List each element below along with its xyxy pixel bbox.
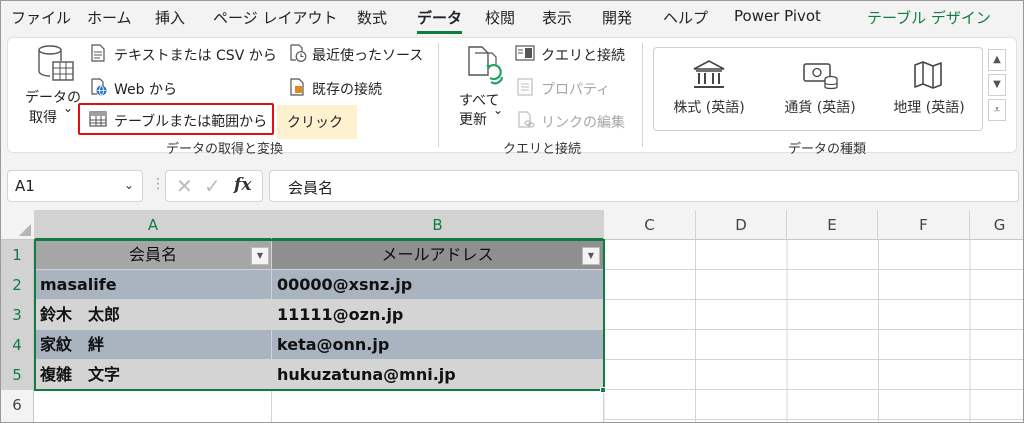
edit-links-icon [518,111,535,128]
web-page-icon [91,78,107,96]
column-header-c[interactable]: C [604,210,696,240]
tab-developer[interactable]: 開発 [602,7,632,28]
queries-connections-label: クエリと接続 [541,48,625,64]
row-header-5[interactable]: 5 [1,360,34,390]
table-cell[interactable]: hukuzatuna@mni.jp [272,360,604,390]
filter-dropdown-icon[interactable]: ▼ [251,247,269,265]
row-header-1[interactable]: 1 [1,240,34,270]
tab-power-pivot[interactable]: Power Pivot [734,7,821,25]
formula-input[interactable]: 会員名 [269,170,1019,202]
tab-view[interactable]: 表示 [542,7,572,28]
empty-row-6 [35,390,604,422]
ribbon: データの 取得 ⌄ テキストまたは CSV から Web から テーブルまたは範… [1,35,1023,157]
edit-links-label: リンクの編集 [541,115,625,131]
data-type-stocks-label: 株式 (英語) [673,100,745,116]
table-header-label: メールアドレス [381,245,494,264]
gallery-scroll-down-icon[interactable]: ▼ [988,74,1006,96]
tab-file[interactable]: ファイル [11,7,71,28]
text-file-icon [91,44,105,62]
from-web-label: Web から [114,82,177,98]
tab-formulas[interactable]: 数式 [357,7,387,28]
formula-buttons: ✕ ✓ fx [165,170,263,202]
properties-icon [517,78,533,96]
chevron-down-icon: ⌄ [493,103,504,117]
data-type-currencies-label: 通貨 (英語) [784,100,856,116]
chevron-down-icon[interactable]: ⌄ [124,178,134,192]
group-label-data-types: データの種類 [788,142,867,157]
formula-content: 会員名 [288,179,334,197]
column-header-g[interactable]: G [970,210,1023,240]
data-type-geography-label: 地理 (英語) [893,100,965,116]
table-cell[interactable]: keta@onn.jp [272,330,604,360]
properties-label: プロパティ [541,82,611,98]
column-header-e[interactable]: E [787,210,878,240]
tab-home[interactable]: ホーム [87,7,132,28]
table-header-label: 会員名 [128,245,177,264]
row-header-6[interactable]: 6 [1,390,34,422]
worksheet-grid[interactable]: A B C D E F G 1 2 3 4 5 6 会員名 ▼ メールアドレス … [1,210,1023,422]
database-table-icon [38,45,74,81]
from-text-csv-label: テキストまたは CSV から [114,48,277,64]
bank-icon [693,60,725,88]
tab-insert[interactable]: 挿入 [155,7,185,28]
column-header-b[interactable]: B [272,210,604,240]
select-all-corner[interactable] [1,210,35,240]
row-header-4[interactable]: 4 [1,330,34,360]
group-divider [642,43,643,147]
select-all-triangle-icon [19,224,31,236]
name-box[interactable]: A1 ⌄ [7,170,143,202]
tab-data[interactable]: データ [417,7,463,34]
existing-connections-icon [290,78,304,96]
currency-icon [803,63,838,90]
gallery-scroll-up-icon[interactable]: ▲ [988,49,1006,71]
table-cell[interactable]: 複雑 文字 [35,360,272,390]
existing-connections-label: 既存の接続 [312,82,382,98]
chevron-down-icon: ⌄ [63,101,74,115]
group-label-queries: クエリと接続 [503,142,582,157]
map-icon [914,61,942,89]
table-cell[interactable]: masalife [35,270,272,300]
tab-page-layout[interactable]: ページ レイアウト [213,7,337,28]
cancel-icon[interactable]: ✕ [176,174,193,198]
tab-review[interactable]: 校閲 [485,7,515,28]
table-header-cell[interactable]: 会員名 [35,240,272,270]
formula-bar: A1 ⌄ ⋮ ✕ ✓ fx 会員名 [1,164,1023,208]
refresh-icon [468,46,504,85]
group-label-get-transform: データの取得と変換 [166,142,284,157]
table-cell[interactable]: 鈴木 太郎 [35,300,272,330]
row-header-2[interactable]: 2 [1,270,34,300]
click-callout-text: クリック [287,115,343,131]
column-header-a[interactable]: A [35,210,272,240]
table-cell[interactable]: 00000@xsnz.jp [272,270,604,300]
recent-sources-icon [290,44,307,62]
enter-check-icon[interactable]: ✓ [204,174,221,198]
table-header-cell[interactable]: メールアドレス [272,240,604,270]
excel-window: ファイル ホーム 挿入 ページ レイアウト 数式 データ 校閲 表示 開発 ヘル… [0,0,1024,423]
table-cell[interactable]: 11111@ozn.jp [272,300,604,330]
column-header-f[interactable]: F [878,210,970,240]
tab-table-design[interactable]: テーブル デザイン [867,7,991,28]
highlight-box [78,103,274,135]
grip-dots-icon: ⋮ [151,176,165,192]
queries-panel-icon [515,45,535,61]
name-box-value: A1 [15,177,35,195]
get-data-label-2: 取得 [29,110,57,126]
click-callout: クリック [277,105,357,139]
refresh-all-label-2: 更新 [459,112,487,128]
empty-cells [604,240,1023,422]
recent-sources-label: 最近使ったソース [312,48,424,64]
filter-dropdown-icon[interactable]: ▼ [582,247,600,265]
row-header-3[interactable]: 3 [1,300,34,330]
gallery-more-icon[interactable]: ⩡ [988,99,1006,121]
fill-handle[interactable] [600,387,606,393]
table-cell[interactable]: 家紋 絆 [35,330,272,360]
insert-function-icon[interactable]: fx [234,175,251,195]
group-divider [438,43,439,147]
column-header-d[interactable]: D [696,210,787,240]
ribbon-tabs: ファイル ホーム 挿入 ページ レイアウト 数式 データ 校閲 表示 開発 ヘル… [1,1,1023,35]
tab-help[interactable]: ヘルプ [663,7,708,28]
